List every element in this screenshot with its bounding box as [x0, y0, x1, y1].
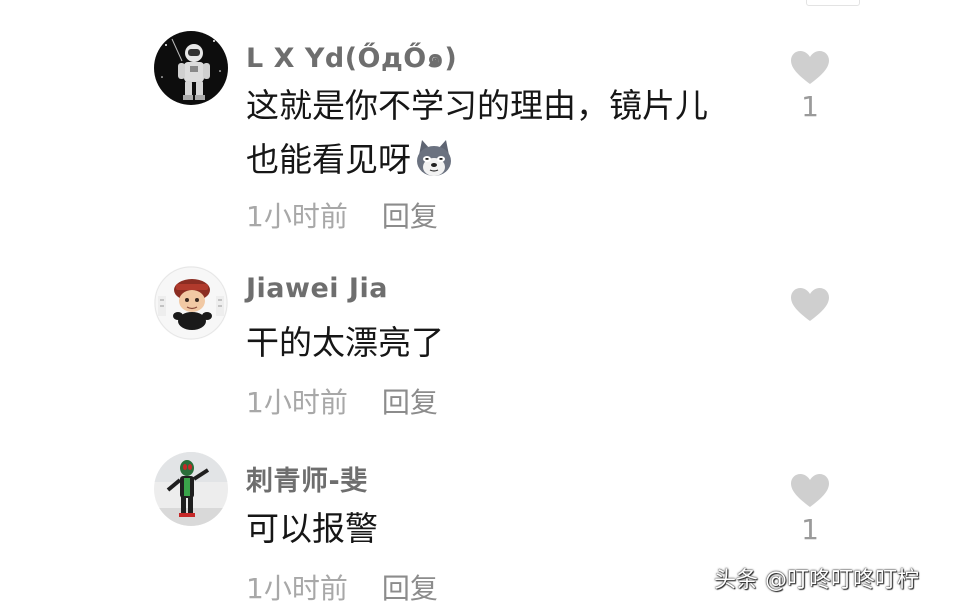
comment-meta: 1小时前 回复	[246, 567, 438, 607]
comment-time: 1小时前	[246, 386, 348, 419]
comment-username[interactable]: Jiawei Jia	[246, 273, 388, 304]
comment-meta: 1小时前 回复	[246, 195, 438, 235]
heart-icon	[791, 51, 829, 84]
comment-text: 可以报警	[246, 502, 746, 556]
comment-time: 1小时前	[246, 200, 348, 233]
comment-meta: 1小时前 回复	[246, 381, 438, 421]
like-button[interactable]	[788, 50, 832, 86]
avatar[interactable]	[154, 31, 228, 105]
comment-time: 1小时前	[246, 572, 348, 605]
avatar[interactable]	[154, 452, 228, 526]
reply-button[interactable]: 回复	[382, 386, 438, 419]
watermark: 头条 @叮咚叮咚叮柠	[714, 568, 919, 593]
comment-text-line: 可以报警	[246, 509, 378, 548]
comment-text-line: 也能看见呀	[246, 133, 746, 187]
heart-icon	[791, 288, 829, 321]
comment-username[interactable]: 刺青师-斐	[246, 459, 368, 498]
avatar[interactable]	[154, 266, 228, 340]
reply-button[interactable]: 回复	[382, 200, 438, 233]
comment-text: 干的太漂亮了	[246, 316, 746, 370]
like-count: 1	[801, 513, 819, 546]
heart-icon	[791, 474, 829, 507]
reply-button[interactable]: 回复	[382, 572, 438, 605]
comment-text-line-2: 也能看见呀	[246, 140, 411, 179]
comment-text-line: 这就是你不学习的理由，镜片儿	[246, 86, 708, 125]
top-tab	[806, 0, 860, 6]
like-count: 1	[801, 90, 819, 123]
like-button[interactable]	[788, 287, 832, 323]
like-button[interactable]	[788, 473, 832, 509]
dog-face-emoji-icon	[413, 137, 455, 179]
comment-username[interactable]: L X Yd(ŐдŐ๑)	[246, 36, 457, 79]
comment-text: 这就是你不学习的理由，镜片儿 也能看见呀	[246, 79, 746, 187]
comment-text-line: 干的太漂亮了	[246, 323, 444, 362]
